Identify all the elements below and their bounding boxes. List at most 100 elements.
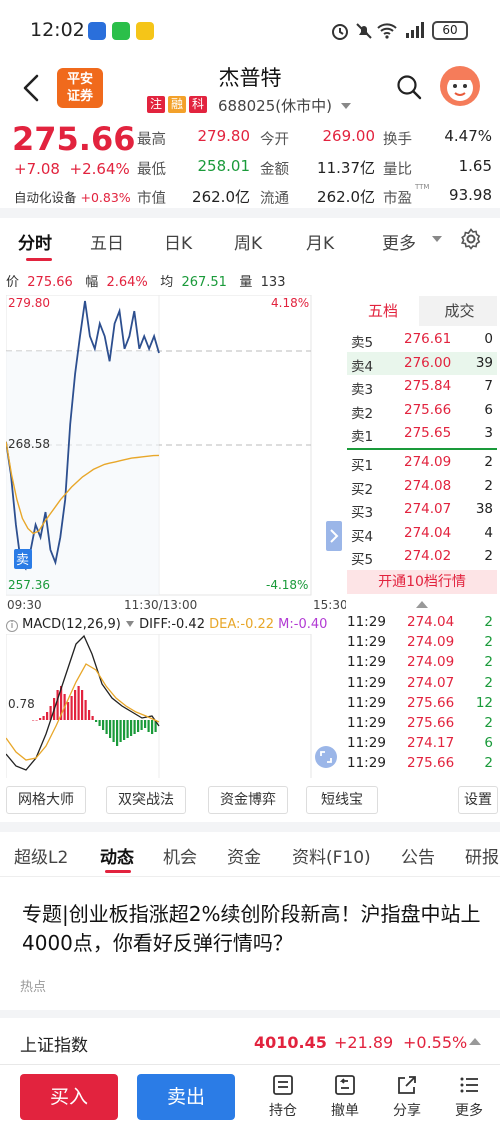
chart-tab[interactable]: 月K	[306, 229, 334, 254]
ob-level-label: 卖5	[351, 335, 374, 351]
trade-time: 11:29	[347, 694, 386, 711]
macd-bar	[70, 696, 73, 720]
bid-row[interactable]: 买2 274.08 2	[347, 475, 497, 498]
settings-gear-icon[interactable]	[460, 228, 482, 250]
macd-bar	[67, 702, 70, 720]
trade-volume: 2	[484, 654, 493, 671]
content-tab[interactable]: 研报	[465, 843, 499, 868]
intraday-chart[interactable]: 279.80 268.58 257.36 4.18% -4.18% 卖 09:3…	[6, 295, 346, 613]
quote-field-value: 93.98	[449, 186, 492, 204]
trade-volume: 12	[475, 694, 493, 711]
bid-row[interactable]: 买4 274.04 4	[347, 522, 497, 545]
ask-row[interactable]: 卖1 275.65 3	[347, 422, 497, 445]
trade-row: 11:29 275.66 2	[347, 714, 497, 734]
content-tab[interactable]: 资料(F10)	[292, 843, 371, 868]
share-button[interactable]: 分享	[382, 1074, 432, 1120]
index-name[interactable]: 上证指数	[20, 1031, 88, 1056]
chart-tab[interactable]: 五日	[90, 229, 124, 254]
bottom-bar-border	[0, 1064, 500, 1065]
macd-chart: 0.78	[6, 634, 337, 780]
macd-bar	[102, 720, 105, 730]
macd-bar	[123, 720, 126, 740]
macd-bar	[56, 690, 59, 720]
chart-tab[interactable]: 分时	[18, 229, 52, 254]
avatar-face-icon	[447, 74, 473, 101]
content-tab[interactable]: 机会	[163, 843, 197, 868]
ob-price: 274.08	[404, 477, 452, 494]
ask-row[interactable]: 卖5 276.61 0	[347, 328, 497, 351]
ask-row[interactable]: 卖3 275.84 7	[347, 375, 497, 398]
sector-info[interactable]: 自动化设备 +0.83%	[14, 187, 131, 206]
bid-row[interactable]: 买3 274.07 38	[347, 498, 497, 521]
bid-row[interactable]: 买1 274.09 2	[347, 451, 497, 474]
info-price-label: 价	[6, 275, 20, 290]
tool-button[interactable]: 短线宝	[306, 786, 378, 814]
ob-price: 275.65	[404, 425, 452, 441]
macd-m: M:-0.40	[278, 617, 328, 632]
quote-field-sup: TTM	[415, 183, 430, 191]
macd-header[interactable]: i MACD(12,26,9) DIFF:-0.42 DEA:-0.22 M:-…	[6, 617, 327, 632]
bid-row[interactable]: 买5 274.02 2	[347, 545, 497, 568]
open-level10-button[interactable]: 开通10档行情	[347, 570, 497, 594]
stock-code[interactable]: 688025(休市中)	[218, 95, 352, 116]
chart-tab[interactable]: 周K	[234, 229, 262, 254]
ob-price: 274.07	[404, 501, 452, 517]
info-icon: i	[6, 620, 18, 632]
fullscreen-button[interactable]	[315, 746, 337, 768]
collapse-caret-icon[interactable]	[415, 599, 429, 609]
content-tab[interactable]: 动态	[100, 843, 134, 868]
macd-dea: DEA:-0.22	[209, 617, 275, 632]
tool-button[interactable]: 双突战法	[106, 786, 186, 814]
chart-tab[interactable]: 更多	[382, 229, 416, 254]
more-button[interactable]: 更多	[444, 1074, 494, 1120]
news-tag: 热点	[20, 980, 47, 995]
more-caret-icon	[432, 236, 442, 242]
sector-label: 自动化设备	[14, 190, 77, 205]
trade-volume: 2	[484, 674, 493, 691]
search-icon[interactable]	[396, 74, 422, 100]
quote-field-label: 流通	[260, 191, 289, 207]
ob-level-label: 买2	[351, 481, 374, 498]
ob-level-label: 卖1	[351, 429, 374, 445]
quote-field-value: 1.65	[458, 157, 492, 175]
cancel-order-button[interactable]: 撤单	[320, 1074, 370, 1120]
ob-price: 274.02	[404, 548, 452, 564]
ask-row[interactable]: 卖2 275.66 6	[347, 398, 497, 422]
trade-time: 11:29	[347, 614, 386, 630]
wechat-icon	[112, 22, 130, 40]
more-menu-icon	[460, 1077, 478, 1093]
trade-time: 11:29	[347, 755, 386, 772]
tool-button[interactable]: 设置	[458, 786, 498, 814]
trade-price: 275.66	[407, 755, 455, 772]
user-avatar[interactable]	[440, 66, 480, 106]
news-headline[interactable]: 专题|创业板指涨超2%续创阶段新高！沪指盘中站上4000点，你看好反弹行情吗？	[22, 900, 482, 958]
expand-orderbook-handle[interactable]	[326, 521, 342, 551]
ob-price: 274.09	[404, 454, 452, 470]
macd-caret-icon	[126, 621, 135, 627]
share-label: 分享	[393, 1103, 421, 1119]
index-expand-caret-icon[interactable]	[468, 1036, 482, 1046]
content-tab[interactable]: 超级L2	[14, 843, 68, 868]
tab-five-levels[interactable]: 五档	[347, 296, 419, 326]
buy-button[interactable]: 买入	[20, 1074, 118, 1120]
content-tab[interactable]: 公告	[401, 843, 435, 868]
macd-bar	[35, 720, 38, 721]
ob-volume: 39	[475, 354, 493, 371]
quote-field-label: 市盈	[383, 191, 412, 207]
sell-button[interactable]: 卖出	[137, 1074, 235, 1120]
tab-trades[interactable]: 成交	[422, 296, 497, 326]
positions-button[interactable]: 持仓	[258, 1074, 308, 1120]
macd-bar	[126, 720, 129, 738]
content-tab[interactable]: 资金	[227, 843, 261, 868]
tool-button[interactable]: 网格大师	[6, 786, 86, 814]
tool-button[interactable]: 资金博弈	[208, 786, 288, 814]
trade-row: 11:29 274.04 2	[347, 613, 497, 633]
orderbook-header: 五档 成交	[347, 296, 497, 326]
chart-tab[interactable]: 日K	[164, 229, 192, 254]
ask-row[interactable]: 卖4 276.00 39	[347, 351, 497, 375]
pct-axis-top-label: 4.18%	[271, 296, 309, 310]
x-axis-end-label: 15:30	[313, 598, 346, 612]
caret-down-icon	[340, 103, 351, 109]
ob-level-label: 卖4	[351, 358, 374, 375]
stock-tag: 科	[189, 96, 208, 113]
